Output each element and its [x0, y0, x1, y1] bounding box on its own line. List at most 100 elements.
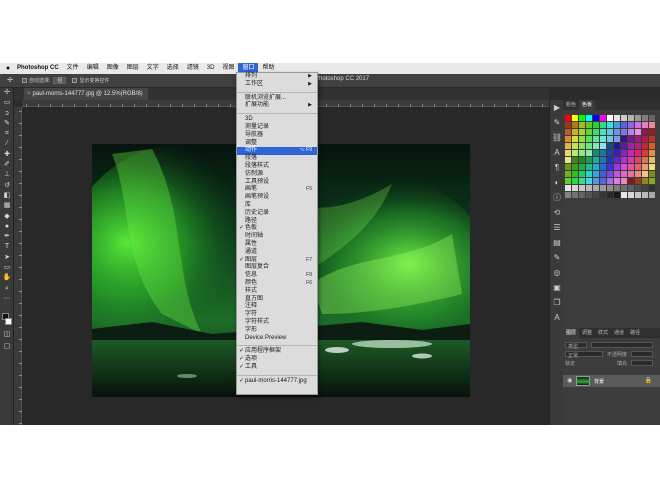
- color-swatch[interactable]: [586, 157, 592, 163]
- color-swatch[interactable]: [565, 164, 571, 170]
- color-swatch[interactable]: [614, 171, 620, 177]
- color-swatch[interactable]: [635, 185, 641, 191]
- menu-app-name[interactable]: Photoshop CC: [13, 63, 63, 74]
- color-swatch[interactable]: [621, 122, 627, 128]
- color-swatch[interactable]: [635, 157, 641, 163]
- color-swatch[interactable]: [572, 136, 578, 142]
- color-swatch[interactable]: [600, 143, 606, 149]
- library-icon[interactable]: ▤: [550, 235, 564, 250]
- layers-panel-tab[interactable]: 样式: [595, 328, 611, 338]
- color-swatch[interactable]: [579, 115, 585, 121]
- adjustments-icon[interactable]: ◐: [550, 175, 564, 190]
- color-swatch[interactable]: [614, 157, 620, 163]
- window-menu-item[interactable]: 动作 ⌥ F9: [237, 147, 317, 156]
- color-swatch[interactable]: [607, 143, 613, 149]
- quick-select-icon[interactable]: ✎: [0, 119, 14, 129]
- color-swatch[interactable]: [607, 150, 613, 156]
- color-swatch[interactable]: [572, 115, 578, 121]
- color-swatch[interactable]: [586, 150, 592, 156]
- fill-field[interactable]: [631, 360, 653, 366]
- color-swatch[interactable]: [572, 157, 578, 163]
- color-swatch[interactable]: [565, 143, 571, 149]
- window-menu-item[interactable]: 时间轴: [237, 233, 317, 241]
- window-menu-item[interactable]: 字符: [237, 311, 317, 319]
- color-swatch[interactable]: [614, 150, 620, 156]
- window-menu-item[interactable]: ✓ 色板: [237, 225, 317, 233]
- color-swatch[interactable]: [635, 171, 641, 177]
- color-swatch[interactable]: [607, 164, 613, 170]
- color-swatch[interactable]: [649, 143, 655, 149]
- info-icon[interactable]: ⓘ: [550, 190, 564, 205]
- color-swatch[interactable]: [600, 129, 606, 135]
- color-swatch[interactable]: [593, 192, 599, 198]
- history-brush-icon[interactable]: ↺: [0, 181, 14, 191]
- color-swatch[interactable]: [621, 129, 627, 135]
- hand-icon[interactable]: ✋: [0, 273, 14, 283]
- color-swatch[interactable]: [572, 178, 578, 184]
- color-swatch[interactable]: [579, 122, 585, 128]
- color-swatch[interactable]: [642, 122, 648, 128]
- visibility-eye-icon[interactable]: ◉: [567, 377, 572, 384]
- eraser-icon[interactable]: ◧: [0, 191, 14, 201]
- color-swatch[interactable]: [586, 129, 592, 135]
- layers-panel-tab[interactable]: 图层: [563, 328, 580, 338]
- opacity-field[interactable]: [631, 351, 653, 357]
- window-menu-item[interactable]: 信息 F8: [237, 272, 317, 280]
- color-swatch[interactable]: [621, 157, 627, 163]
- play-icon[interactable]: ▶: [550, 100, 564, 115]
- color-swatch[interactable]: [586, 122, 592, 128]
- menu-item-3[interactable]: 图层: [123, 63, 143, 74]
- color-swatch[interactable]: [628, 136, 634, 142]
- window-menu-item[interactable]: 排列 ▶: [237, 73, 317, 81]
- color-swatch[interactable]: [565, 115, 571, 121]
- color-swatch[interactable]: [600, 115, 606, 121]
- layers-panel-tab[interactable]: 调整: [579, 328, 595, 338]
- crop-icon[interactable]: ⌗: [0, 129, 14, 139]
- color-swatch[interactable]: [635, 192, 641, 198]
- screen-mode-icon[interactable]: ▢: [0, 342, 14, 352]
- document-tab[interactable]: × paul-morris-144777.jpg @ 12.5%(RGB/8): [24, 88, 148, 100]
- color-swatch[interactable]: [628, 164, 634, 170]
- color-swatch[interactable]: [572, 122, 578, 128]
- stamp-icon[interactable]: ⊥: [0, 170, 14, 180]
- color-swatch[interactable]: [607, 129, 613, 135]
- window-menu-item[interactable]: 工作区 ▶: [237, 81, 317, 89]
- color-swatch[interactable]: [593, 143, 599, 149]
- color-swatch[interactable]: [614, 192, 620, 198]
- color-swatch[interactable]: [628, 150, 634, 156]
- properties-icon[interactable]: ☰: [550, 220, 564, 235]
- window-menu-item[interactable]: 仿制源: [237, 171, 317, 179]
- color-swatch[interactable]: [579, 192, 585, 198]
- layer-comps-icon[interactable]: ❐: [550, 295, 564, 310]
- color-swatch[interactable]: [635, 150, 641, 156]
- color-swatch[interactable]: [628, 178, 634, 184]
- color-swatch[interactable]: [642, 192, 648, 198]
- color-swatch[interactable]: [600, 164, 606, 170]
- color-swatch[interactable]: [628, 157, 634, 163]
- color-swatch[interactable]: [593, 178, 599, 184]
- layers-panel-tab[interactable]: 路径: [627, 328, 643, 338]
- color-swatch[interactable]: [621, 143, 627, 149]
- window-menu-item[interactable]: Device Preview: [237, 335, 317, 343]
- show-transform-checkbox[interactable]: [72, 78, 78, 83]
- color-swatch[interactable]: [607, 192, 613, 198]
- color-swatch[interactable]: [600, 192, 606, 198]
- menu-item-6[interactable]: 滤镜: [183, 63, 203, 74]
- color-swatch[interactable]: [572, 150, 578, 156]
- color-swatch[interactable]: [572, 185, 578, 191]
- menu-item-5[interactable]: 选择: [163, 63, 183, 74]
- color-swatch[interactable]: [621, 192, 627, 198]
- layer-row-background[interactable]: ◉ 背景 🔒: [563, 375, 660, 387]
- color-swatch[interactable]: [635, 122, 641, 128]
- color-swatch[interactable]: [586, 136, 592, 142]
- color-swatch[interactable]: [600, 171, 606, 177]
- color-swatch[interactable]: [593, 122, 599, 128]
- color-swatch[interactable]: [649, 136, 655, 142]
- color-swatch[interactable]: [572, 129, 578, 135]
- menu-item-7[interactable]: 3D: [203, 63, 219, 74]
- color-swatch[interactable]: [593, 115, 599, 121]
- color-swatch[interactable]: [614, 136, 620, 142]
- window-menu-item[interactable]: 段落样式: [237, 163, 317, 171]
- color-swatch[interactable]: [635, 178, 641, 184]
- paths-icon[interactable]: ✎: [550, 250, 564, 265]
